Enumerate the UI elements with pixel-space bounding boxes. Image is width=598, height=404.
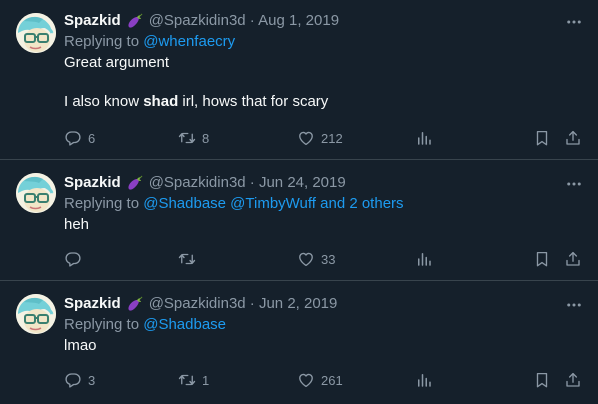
tweet-text-fragment: irl, hows that for scary <box>178 93 329 110</box>
display-name[interactable]: Spazkid <box>64 294 121 314</box>
bookmark-button[interactable] <box>533 128 551 148</box>
tweet-text-fragment: I also know <box>64 93 144 110</box>
reply-button[interactable]: 6 <box>64 128 95 148</box>
share-button[interactable] <box>564 370 582 390</box>
bookmark-icon <box>533 371 551 389</box>
like-count: 212 <box>321 130 343 146</box>
replying-to: Replying to @whenfaecry <box>64 32 582 52</box>
bookmark-button[interactable] <box>533 370 551 390</box>
handle-and-date[interactable]: @Spazkidin3d · Jun 2, 2019 <box>149 294 338 314</box>
tweet-actions: 33 <box>64 249 586 269</box>
like-button[interactable]: 261 <box>297 370 343 390</box>
share-upload-icon <box>564 250 582 268</box>
reply-count: 3 <box>88 372 96 388</box>
tweet-text-bold: shad <box>143 93 179 110</box>
reply-count: 6 <box>88 130 96 146</box>
replying-to-prefix: Replying to <box>64 33 140 50</box>
views-button[interactable] <box>415 370 433 390</box>
replying-to-prefix: Replying to <box>64 316 140 333</box>
share-button[interactable] <box>564 128 582 148</box>
eggplant-emoji-icon <box>125 294 145 314</box>
tweet-text-line: Great argument <box>64 54 170 71</box>
share-upload-icon <box>564 129 582 147</box>
reply-button[interactable] <box>64 249 88 269</box>
replying-to-prefix: Replying to <box>64 195 140 212</box>
heart-icon <box>297 371 315 389</box>
share-upload-icon <box>564 371 582 389</box>
eggplant-emoji-icon <box>125 173 145 193</box>
retweet-button[interactable] <box>178 249 202 269</box>
reply-button[interactable]: 3 <box>64 370 95 390</box>
reply-bubble-icon <box>64 129 82 147</box>
more-options-button[interactable] <box>564 295 584 315</box>
like-count: 33 <box>321 251 336 267</box>
bookmark-icon <box>533 250 551 268</box>
tweet-actions: 6 8 212 <box>64 128 586 148</box>
retweet-icon <box>178 129 196 147</box>
more-options-button[interactable] <box>564 174 584 194</box>
replying-to: Replying to @Shadbase <box>64 315 582 335</box>
like-button[interactable]: 33 <box>297 249 335 269</box>
tweet-text-line: heh <box>64 216 90 233</box>
replying-to-link[interactable]: @Shadbase <box>143 316 226 333</box>
views-button[interactable] <box>415 249 433 269</box>
avatar[interactable] <box>16 13 56 53</box>
avatar[interactable] <box>16 173 56 213</box>
retweet-button[interactable]: 1 <box>178 370 209 390</box>
handle-and-date[interactable]: @Spazkidin3d · Jun 24, 2019 <box>149 173 346 193</box>
bar-chart-icon <box>415 371 433 389</box>
replying-to-link[interactable]: @whenfaecry <box>143 33 235 50</box>
tweet-2[interactable]: Spazkid @Spazkidin3d · Jun 24, 2019 Repl… <box>0 160 598 281</box>
handle-and-date[interactable]: @Spazkidin3d · Aug 1, 2019 <box>149 11 339 31</box>
reply-bubble-icon <box>64 250 82 268</box>
tweet-1[interactable]: Spazkid @Spazkidin3d · Aug 1, 2019 Reply… <box>0 0 598 160</box>
replying-to-link[interactable]: @Shadbase @TimbyWuff and 2 others <box>143 195 403 212</box>
bar-chart-icon <box>415 250 433 268</box>
heart-icon <box>297 129 315 147</box>
heart-icon <box>297 250 315 268</box>
bookmark-button[interactable] <box>533 249 551 269</box>
tweet-actions: 3 1 261 <box>64 370 586 390</box>
display-name[interactable]: Spazkid <box>64 173 121 193</box>
views-button[interactable] <box>415 128 433 148</box>
retweet-icon <box>178 371 196 389</box>
reply-feed: Spazkid @Spazkidin3d · Aug 1, 2019 Reply… <box>0 0 598 404</box>
eggplant-emoji-icon <box>125 11 145 31</box>
more-options-button[interactable] <box>564 12 584 32</box>
bookmark-icon <box>533 129 551 147</box>
tweet-text-line: lmao <box>64 337 97 354</box>
tweet-3[interactable]: Spazkid @Spazkidin3d · Jun 2, 2019 Reply… <box>0 281 598 404</box>
tweet-text-line: I also know shad irl, hows that for scar… <box>64 92 582 112</box>
avatar[interactable] <box>16 294 56 334</box>
retweet-button[interactable]: 8 <box>178 128 209 148</box>
retweet-count: 1 <box>202 372 210 388</box>
bar-chart-icon <box>415 129 433 147</box>
display-name[interactable]: Spazkid <box>64 11 121 31</box>
reply-bubble-icon <box>64 371 82 389</box>
like-count: 261 <box>321 372 343 388</box>
like-button[interactable]: 212 <box>297 128 343 148</box>
replying-to: Replying to @Shadbase @TimbyWuff and 2 o… <box>64 194 582 214</box>
retweet-count: 8 <box>202 130 210 146</box>
retweet-icon <box>178 250 196 268</box>
share-button[interactable] <box>564 249 582 269</box>
